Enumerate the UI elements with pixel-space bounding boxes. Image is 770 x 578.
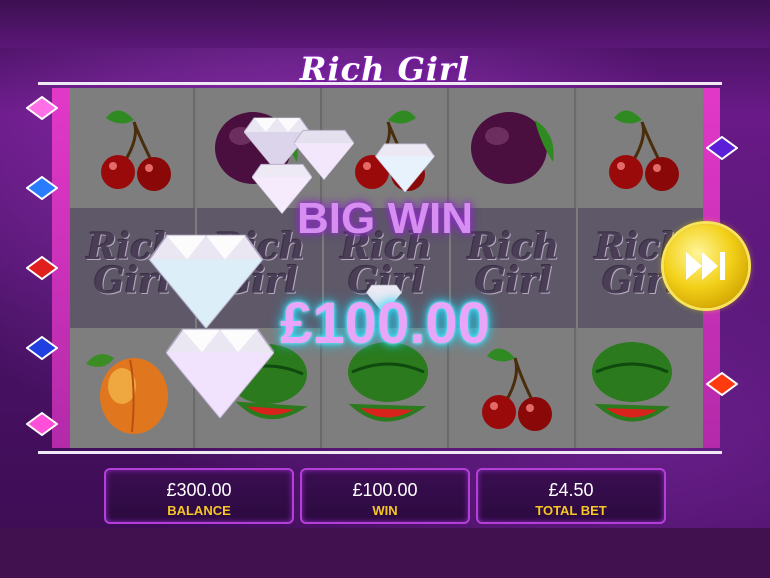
- game-screen: Rich Girl Rich Girl Rich Girl Rich Girl …: [0, 0, 770, 578]
- payline-marker-red-icon: [26, 256, 58, 280]
- payline-marker-blue-icon: [26, 176, 58, 200]
- skip-button[interactable]: [664, 224, 748, 308]
- win-value: £100.00: [352, 480, 418, 500]
- diamond-icon: [374, 143, 436, 192]
- total-bet-label: TOTAL BET: [535, 503, 607, 518]
- payline-marker-pink-icon: [26, 412, 58, 436]
- big-win-text: BIG WIN: [297, 194, 473, 243]
- bottom-band: [0, 528, 770, 578]
- payline-marker-purple-icon: [706, 136, 738, 160]
- win-label: WIN: [372, 503, 398, 518]
- payline-marker-blue-icon: [26, 336, 58, 360]
- payline-marker-red-icon: [706, 372, 738, 396]
- balance-box: £300.00 BALANCE: [104, 468, 294, 524]
- total-bet-value: £4.50: [548, 480, 594, 500]
- symbol-watermelon: [578, 328, 703, 448]
- top-band: [0, 0, 770, 48]
- symbol-cherry: [70, 88, 195, 208]
- win-box: £100.00 WIN: [300, 468, 470, 524]
- balance-value: £300.00: [166, 480, 232, 500]
- payline-marker-pink-icon: [26, 96, 58, 120]
- game-logo: Rich Girl: [299, 50, 471, 88]
- symbol-cherry: [578, 88, 703, 208]
- balance-label: BALANCE: [167, 503, 231, 518]
- info-panel: £300.00 BALANCE £100.00 WIN £4.50 TOTAL …: [104, 468, 666, 524]
- big-win-amount: £100.00: [280, 291, 490, 356]
- big-win-overlay: BIG WIN £100.00: [240, 190, 530, 360]
- total-bet-box[interactable]: £4.50 TOTAL BET: [476, 468, 666, 524]
- fast-forward-icon: [686, 252, 725, 280]
